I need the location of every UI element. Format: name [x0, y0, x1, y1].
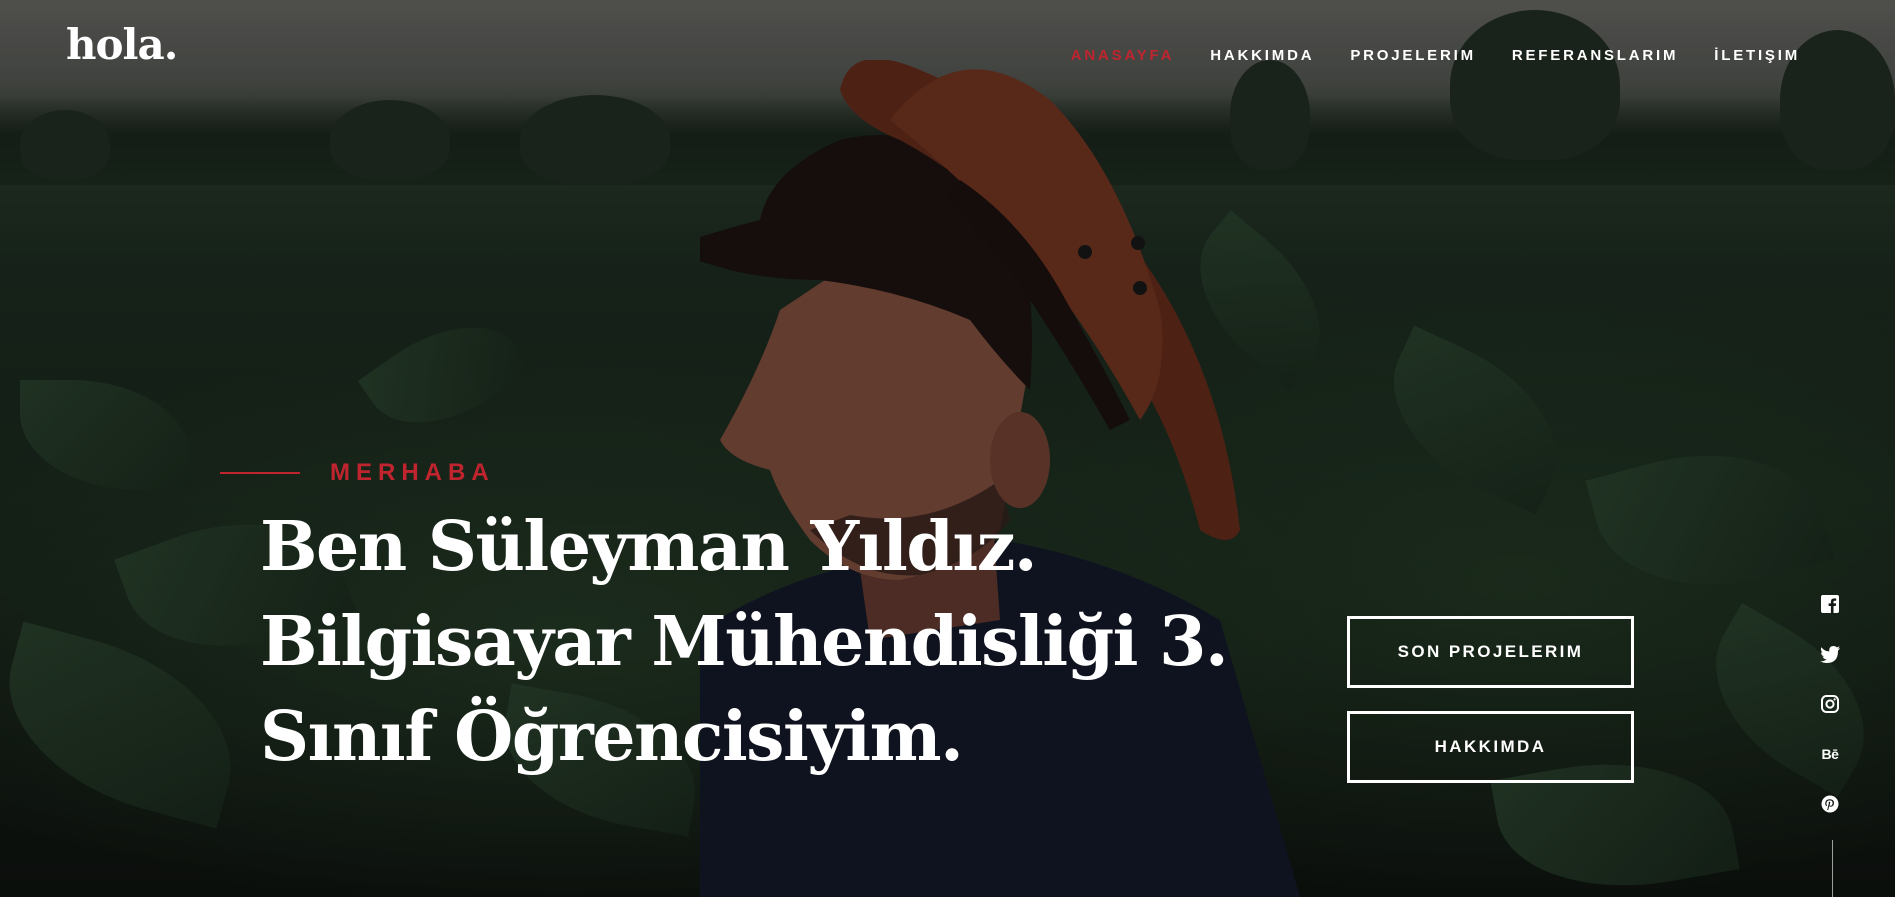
about-button[interactable]: HAKKIMDA — [1347, 711, 1634, 783]
twitter-icon[interactable] — [1820, 644, 1840, 664]
nav-item-anasayfa[interactable]: ANASAYFA — [1071, 47, 1175, 64]
recent-projects-button[interactable]: SON PROJELERIM — [1347, 616, 1634, 688]
pinterest-icon[interactable] — [1820, 794, 1840, 814]
nav-item-iletisim[interactable]: İLETIŞIM — [1714, 47, 1800, 64]
instagram-icon[interactable] — [1820, 694, 1840, 714]
headline-line: Ben Süleyman Yıldız. — [260, 507, 1038, 587]
nav-item-projelerim[interactable]: PROJELERIM — [1350, 47, 1476, 64]
behance-glyph: Bē — [1821, 746, 1839, 762]
main-nav: ANASAYFA HAKKIMDA PROJELERIM REFERANSLAR… — [1071, 47, 1800, 64]
facebook-icon[interactable] — [1820, 594, 1840, 614]
social-divider-line — [1832, 840, 1833, 897]
hero-headline: Ben Süleyman Yıldız. Bilgisayar Mühendis… — [260, 500, 1260, 785]
hero-page: hola. ANASAYFA HAKKIMDA PROJELERIM REFER… — [0, 0, 1895, 897]
kicker-divider — [220, 472, 300, 474]
site-logo[interactable]: hola. — [66, 20, 178, 69]
behance-icon[interactable]: Bē — [1820, 744, 1840, 764]
nav-item-referanslarim[interactable]: REFERANSLARIM — [1512, 47, 1678, 64]
hero-kicker: MERHABA — [220, 459, 495, 487]
headline-line: Sınıf Öğrencisiyim. — [260, 697, 964, 777]
headline-line: Bilgisayar Mühendisliği 3. — [260, 602, 1229, 682]
nav-item-hakkimda[interactable]: HAKKIMDA — [1210, 47, 1314, 64]
kicker-text: MERHABA — [330, 459, 495, 486]
social-links: Bē — [1818, 594, 1842, 814]
